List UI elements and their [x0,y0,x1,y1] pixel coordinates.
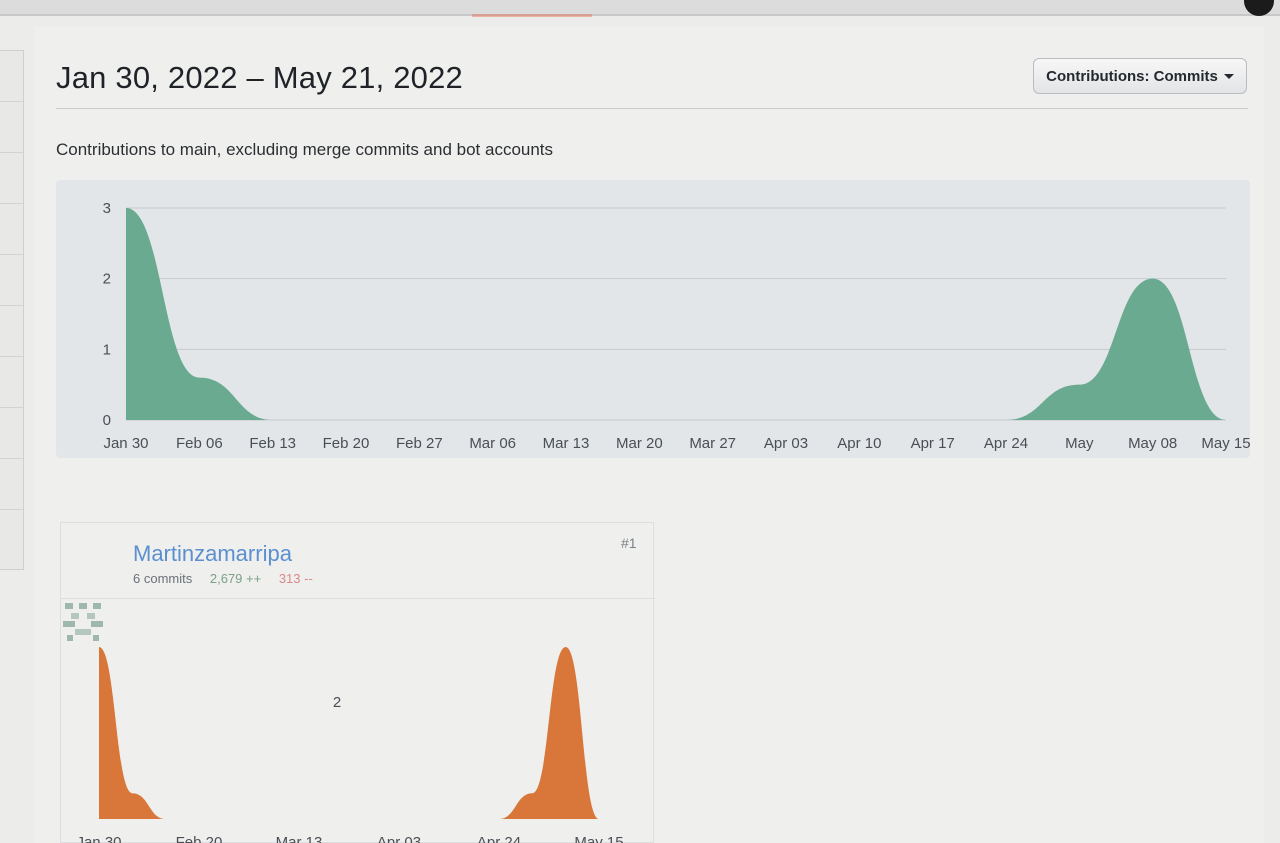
x-tick-label-1: Feb 20 [176,834,223,843]
contributor-username-link[interactable]: Martinzamarripa [133,541,292,567]
x-tick-label-8: Mar 27 [689,435,736,452]
additions-count: 2,679 ++ [209,571,262,586]
x-tick-label-2: Mar 13 [276,834,323,843]
overall-commits-area [126,208,1226,420]
overall-chart-svg: 0 1 2 3 Jan 30 Feb 06 Feb 13 Feb 20 Feb 27 Mar 06… [103,200,1250,452]
y-tick-label-3: 3 [103,200,111,217]
x-tick-label-3: Apr 03 [377,834,421,843]
x-tick-label-10: Apr 10 [837,435,881,452]
y-tick-label-0: 0 [103,412,111,429]
contributor-chart-svg: 2 Jan 30 Feb 20 Mar 13 Apr 03 Apr 24 May 15 [76,647,624,843]
chart-subtitle: Contributions to main, excluding merge c… [56,140,554,159]
deletions-count: 313 -- [278,571,313,586]
x-tick-label-13: May [1065,435,1094,452]
browser-top-strip [0,0,1280,17]
contributions-type-dropdown[interactable]: Contributions: Commits [1033,58,1247,94]
contributor-card: Martinzamarripa 6 commits 2,679 ++ 313 -… [60,522,655,843]
date-range-title: Jan 30, 2022 – May 21, 2022 [56,60,463,95]
x-tick-label-11: Apr 17 [911,435,955,452]
contributor-rank: #1 [621,535,637,551]
left-sidebar-edge [0,50,24,570]
x-tick-label-12: Apr 24 [984,435,1028,452]
active-tab-indicator [472,14,592,17]
x-tick-label-0: Jan 30 [76,834,121,843]
overall-contributions-chart: 0 1 2 3 Jan 30 Feb 06 Feb 13 Feb 20 Feb 27 Mar 06… [56,180,1250,458]
dropdown-label: Contributions: Commits [1046,67,1218,85]
caret-down-icon [1223,73,1234,79]
x-tick-label-0: Jan 30 [103,435,148,452]
y-tick-label-2: 2 [103,271,111,288]
x-tick-label-5: May 15 [574,834,623,843]
contributor-stats: 6 commits 2,679 ++ 313 -- [133,571,313,586]
commit-count-link[interactable]: 6 commits [133,571,192,586]
x-tick-label-4: Feb 27 [396,435,443,452]
x-tick-label-14: May 08 [1128,435,1177,452]
x-tick-label-1: Feb 06 [176,435,223,452]
y-max-label: 2 [333,694,341,711]
header-divider [56,108,1248,109]
x-tick-label-6: Mar 13 [543,435,590,452]
x-tick-label-2: Feb 13 [249,435,296,452]
x-tick-label-9: Apr 03 [764,435,808,452]
y-tick-label-1: 1 [103,341,111,358]
contributors-panel: Jan 30, 2022 – May 21, 2022 Contribution… [34,26,1264,843]
profile-icon[interactable] [1244,0,1274,16]
x-tick-label-15: May 15 [1201,435,1250,452]
x-tick-label-4: Apr 24 [477,834,521,843]
x-tick-label-7: Mar 20 [616,435,663,452]
contributor-commits-area [99,647,599,819]
x-tick-label-5: Mar 06 [469,435,516,452]
contributor-card-header: Martinzamarripa 6 commits 2,679 ++ 313 -… [61,523,655,641]
x-tick-label-3: Feb 20 [323,435,370,452]
